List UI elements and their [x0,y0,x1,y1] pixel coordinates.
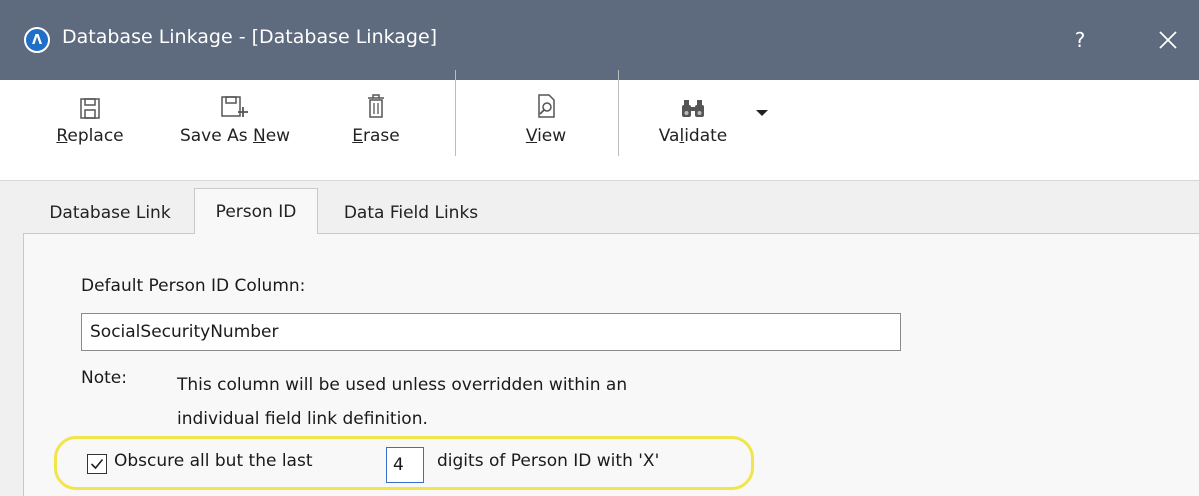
digits-input[interactable] [386,447,424,483]
toolbar: Replace Save As New Erase View Validate [0,80,1199,168]
trash-icon [368,94,384,118]
save-as-new-label-post: ew [265,126,291,146]
replace-label-key: R [56,126,68,146]
note-text: This column will be used unless overridd… [177,368,777,436]
view-document-icon [538,94,555,118]
close-icon [1159,31,1177,49]
window-title: Database Linkage - [Database Linkage] [62,26,438,48]
save-as-new-button[interactable]: Save As New [160,80,310,168]
save-as-new-label-key: N [252,126,266,146]
binoculars-icon [682,100,704,117]
replace-button[interactable]: Replace [44,80,136,168]
validate-label-post: idate [684,126,728,146]
validate-button[interactable]: Validate [640,80,746,168]
validate-label-pre: Va [658,126,680,146]
checkmark-icon [90,458,104,470]
toolbar-separator [455,70,456,156]
view-button[interactable]: View [506,80,586,168]
default-column-input[interactable] [81,313,901,351]
note-line: individual field link definition. [177,409,428,429]
replace-label-post: eplace [67,126,124,146]
toolbar-separator [618,70,619,156]
obscure-label: Obscure all but the last [114,451,313,471]
help-button[interactable]: ? [1064,20,1096,60]
save-as-new-label-pre: Save As [179,126,253,146]
view-label-key: V [525,126,538,146]
close-button[interactable] [1150,20,1186,60]
erase-label-key: E [352,126,363,146]
note-line: This column will be used unless overridd… [177,375,628,395]
obscure-checkbox[interactable] [87,454,107,474]
erase-button[interactable]: Erase [340,80,412,168]
tab-person-id[interactable]: Person ID [194,188,318,234]
digits-label: digits of Person ID with 'X' [437,451,660,471]
validate-dropdown-arrow-icon[interactable] [756,110,768,116]
erase-label-post: rase [363,126,400,146]
tab-data-field-links[interactable]: Data Field Links [322,194,500,232]
app-logo-icon: Λ [24,27,50,53]
note-label: Note: [81,368,127,388]
default-column-label: Default Person ID Column: [81,276,306,296]
save-icon [80,98,100,119]
tab-database-link[interactable]: Database Link [30,194,190,232]
save-as-new-icon [221,96,248,117]
view-label-post: iew [537,126,567,146]
title-bar: Λ Database Linkage - [Database Linkage] … [0,0,1199,80]
